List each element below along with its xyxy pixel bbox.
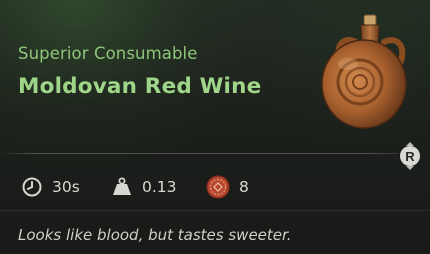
inspect-key-label: R	[405, 149, 415, 164]
item-description: Looks like blood, but tastes sweeter.	[18, 226, 292, 244]
clock-icon	[22, 177, 42, 197]
coin-icon	[206, 175, 230, 199]
item-rarity: Superior Consumable	[18, 44, 198, 63]
duration-value: 30s	[52, 178, 80, 196]
value-amount: 8	[239, 178, 249, 196]
item-tooltip: Superior Consumable Moldovan Red Wine R …	[0, 0, 430, 254]
divider	[0, 210, 430, 211]
item-name: Moldovan Red Wine	[18, 74, 262, 99]
inspect-key-button[interactable]: R	[395, 141, 425, 171]
divider	[0, 153, 398, 154]
stats-row: 30s 0.13 8	[0, 172, 430, 202]
wine-flask-icon	[321, 14, 407, 129]
weight-value: 0.13	[142, 178, 177, 196]
weight-icon	[113, 177, 131, 195]
